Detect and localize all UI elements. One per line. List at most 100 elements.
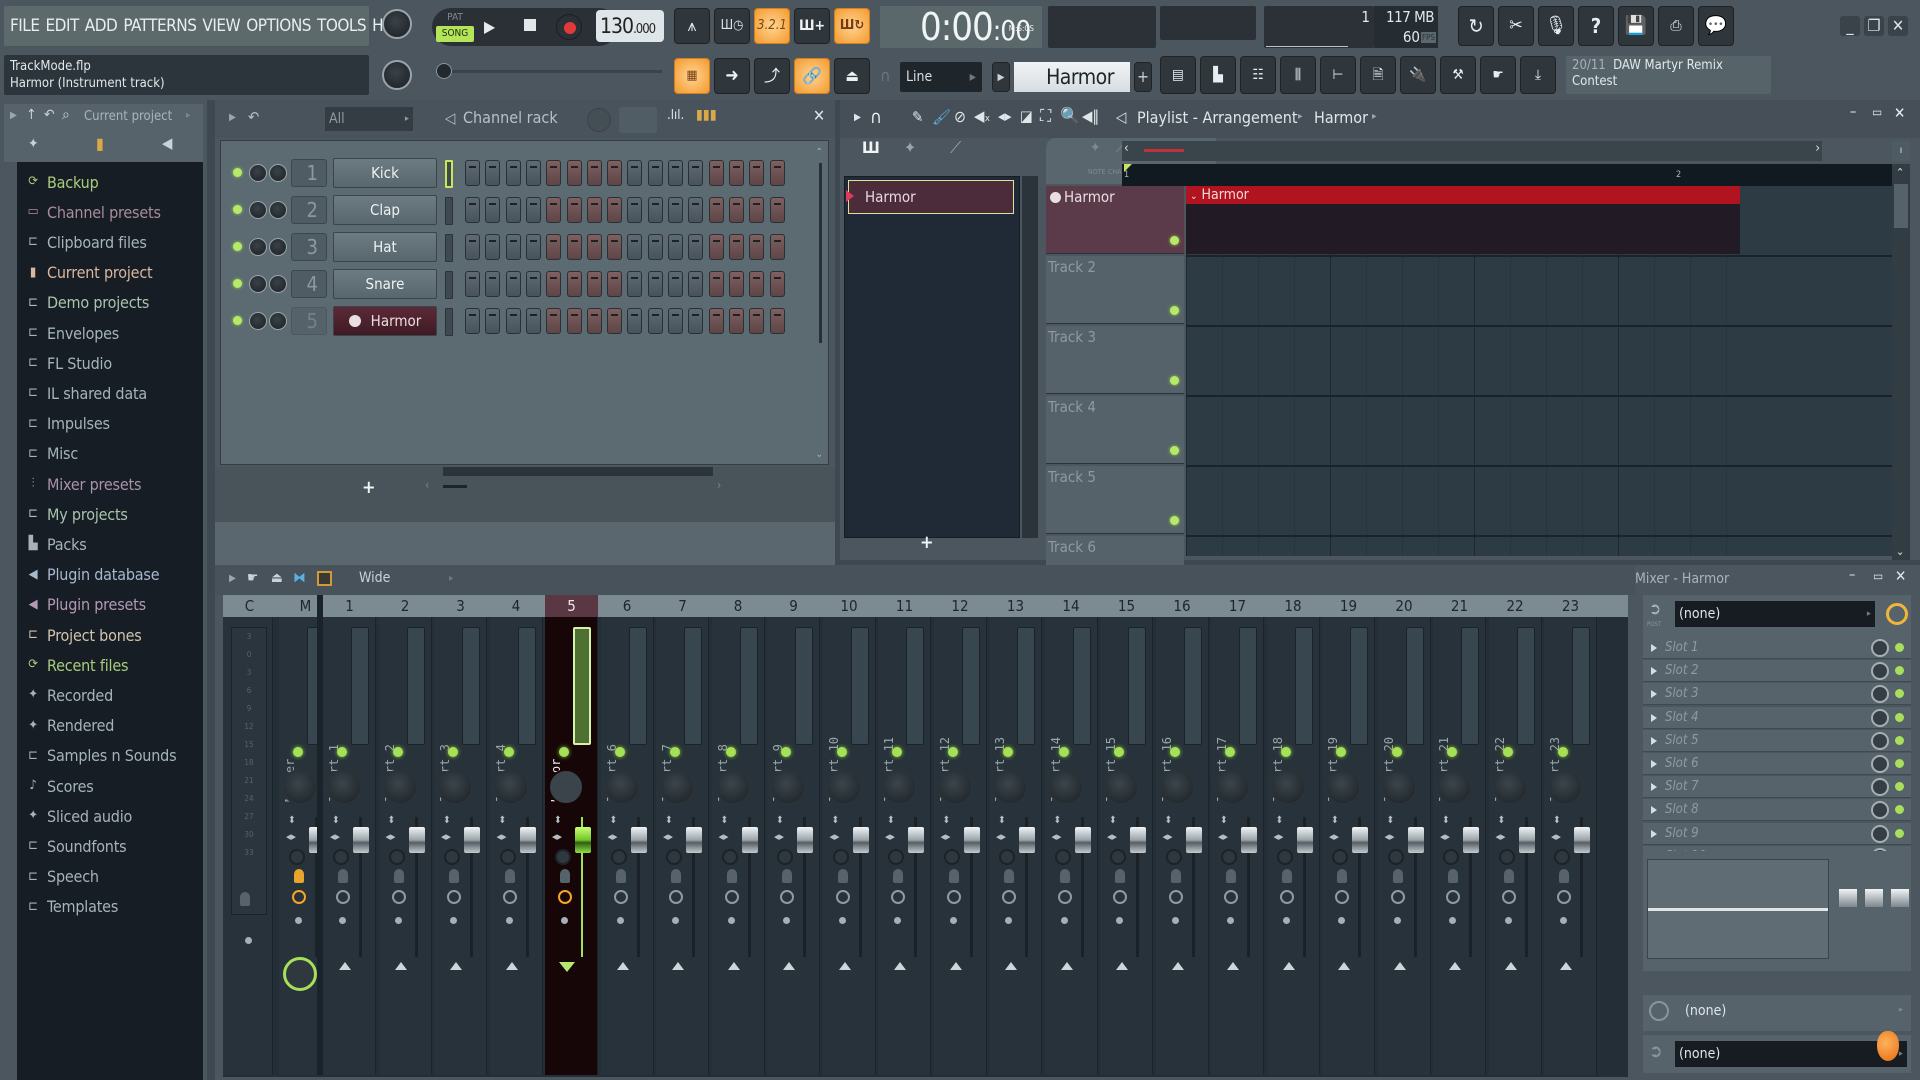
- step-button[interactable]: [688, 197, 704, 223]
- channel-name-button[interactable]: Snare: [333, 269, 437, 299]
- channel-select-indicator[interactable]: [445, 271, 453, 299]
- slot-expand-icon[interactable]: [1651, 667, 1657, 676]
- mixer-strip[interactable]: Insert 16 ⬍ ◂▸: [1155, 617, 1209, 1075]
- slot-expand-icon[interactable]: [1651, 644, 1657, 652]
- step-button[interactable]: [728, 197, 744, 223]
- step-sequencer-icon[interactable]: ▮▮▮: [696, 107, 717, 123]
- scroll-left-icon[interactable]: ‹: [425, 478, 429, 492]
- record-arm-dot[interactable]: [838, 917, 846, 924]
- browser-item[interactable]: ⊏ Misc: [25, 442, 78, 466]
- mixer-track-number[interactable]: 17: [1211, 595, 1264, 617]
- audio-picker-icon[interactable]: ✦: [904, 138, 916, 157]
- mixer-menu-icon[interactable]: ▶: [229, 573, 236, 584]
- step-button[interactable]: [708, 271, 724, 297]
- step-button[interactable]: [647, 160, 663, 186]
- delay-comp-icon[interactable]: [1002, 890, 1016, 904]
- slot-expand-icon[interactable]: [1651, 736, 1657, 745]
- stereo-knob[interactable]: [1498, 849, 1515, 865]
- mixer-pin-icon[interactable]: ⏏: [271, 570, 283, 586]
- step-button[interactable]: [668, 197, 683, 223]
- send-to-icon[interactable]: [727, 962, 740, 970]
- browser-item[interactable]: ⟳ Backup: [25, 170, 99, 194]
- stereo-separation-icon[interactable]: ⬍: [776, 815, 784, 826]
- tempo-field[interactable]: 130.000: [596, 10, 664, 42]
- close-button[interactable]: ✕: [1888, 16, 1908, 36]
- step-button[interactable]: [688, 271, 704, 297]
- project-info-button[interactable]: 🗎: [1360, 56, 1396, 94]
- send-to-icon[interactable]: [1171, 962, 1184, 970]
- delay-comp-icon[interactable]: [1168, 890, 1183, 904]
- scroll-down-icon[interactable]: ⌄: [815, 449, 823, 460]
- stereo-separation-icon[interactable]: ⬍: [998, 815, 1006, 826]
- delay-comp-icon[interactable]: [780, 890, 794, 904]
- piano-roll-button[interactable]: ▙: [1200, 56, 1236, 94]
- browser-item[interactable]: ✦ Sliced audio: [25, 804, 132, 828]
- pan-knob[interactable]: [1547, 769, 1583, 805]
- step-button[interactable]: [749, 197, 765, 223]
- delay-comp-icon[interactable]: [1224, 890, 1238, 904]
- mixer-strip[interactable]: Insert 8⬍◂▸: [711, 617, 765, 1075]
- mixer-track-number[interactable]: 13: [989, 595, 1042, 617]
- record-mic-icon[interactable]: [1004, 869, 1014, 883]
- record-arm-dot[interactable]: [1116, 917, 1123, 924]
- eq-mid-fader[interactable]: [1865, 889, 1883, 907]
- record-mic-icon[interactable]: [893, 869, 903, 883]
- channel-volume-knob[interactable]: [249, 275, 267, 293]
- mixer-strip[interactable]: Insert 12 ⬍ ◂▸: [933, 617, 987, 1075]
- slide-button[interactable]: ⤴: [754, 58, 790, 94]
- record-mic-icon[interactable]: [294, 869, 304, 883]
- slot-enable-led[interactable]: [1895, 828, 1904, 838]
- step-button[interactable]: [769, 271, 785, 297]
- send-to-icon[interactable]: [1005, 962, 1017, 970]
- record-mic-icon[interactable]: [1115, 869, 1125, 883]
- magnet-snap-icon[interactable]: ∩: [870, 107, 882, 128]
- send-to-icon[interactable]: [894, 962, 906, 970]
- snap-select[interactable]: Line ▸: [900, 62, 982, 92]
- mixer-track-number[interactable]: 22: [1489, 595, 1542, 617]
- mixer-strip[interactable]: Insert 19 ⬍ ◂▸: [1322, 617, 1375, 1075]
- playlist-menu-icon[interactable]: ▶: [854, 112, 861, 123]
- pan-knob[interactable]: [603, 769, 640, 805]
- volume-fader[interactable]: [1185, 827, 1202, 853]
- send-to-icon[interactable]: [339, 962, 351, 970]
- browser-item[interactable]: ⊏ Demo projects: [25, 291, 149, 315]
- tab-note[interactable]: NOTE: [1088, 168, 1106, 176]
- volume-fader[interactable]: [908, 827, 924, 853]
- audio-track-icon[interactable]: ✦: [1090, 140, 1101, 156]
- step-button[interactable]: [708, 160, 724, 186]
- pan-knob[interactable]: [548, 769, 584, 805]
- step-button[interactable]: [607, 234, 623, 260]
- step-button[interactable]: [708, 197, 724, 223]
- mixer-strip[interactable]: Insert 4⬍◂▸: [489, 617, 543, 1075]
- channel-mute-led[interactable]: [233, 242, 242, 251]
- channel-volume-knob[interactable]: [249, 312, 267, 330]
- step-button[interactable]: [586, 160, 602, 186]
- pattern-picker-icon[interactable]: Ш: [862, 138, 880, 157]
- delay-comp-icon[interactable]: [336, 890, 350, 904]
- channel-mute-led[interactable]: [233, 316, 242, 325]
- mixtrack-maximize-icon[interactable]: ▭: [1873, 569, 1883, 583]
- slot-mix-knob[interactable]: [1871, 755, 1889, 773]
- step-button[interactable]: [607, 160, 623, 186]
- browser-item[interactable]: ♪ Scores: [25, 774, 93, 798]
- output-select[interactable]: (none) ▸: [1675, 1041, 1907, 1067]
- volume-fader[interactable]: [1074, 827, 1091, 853]
- step-button[interactable]: [688, 234, 704, 260]
- volume-fader[interactable]: [464, 827, 480, 853]
- swap-channels-icon[interactable]: ◂▸: [330, 830, 340, 843]
- delay-comp-icon[interactable]: [447, 890, 461, 904]
- step-button[interactable]: [465, 271, 480, 297]
- volume-fader[interactable]: [1019, 827, 1035, 853]
- stereo-separation-icon[interactable]: ⬍: [499, 815, 507, 826]
- delay-comp-icon[interactable]: [292, 890, 306, 904]
- track-header[interactable]: Harmor: [1046, 186, 1184, 254]
- delay-comp-icon[interactable]: [1390, 890, 1405, 904]
- record-mic-icon[interactable]: [1448, 869, 1458, 883]
- delay-comp-icon[interactable]: [835, 890, 850, 904]
- stereo-separation-icon[interactable]: ⬍: [610, 815, 618, 826]
- send-to-icon[interactable]: [949, 962, 962, 970]
- step-button[interactable]: [505, 160, 521, 186]
- mixer-strip[interactable]: Insert 21 ⬍ ◂▸: [1433, 617, 1486, 1075]
- swap-channels-icon[interactable]: ◂▸: [885, 830, 895, 843]
- step-edit-button[interactable]: Ш+: [794, 8, 830, 44]
